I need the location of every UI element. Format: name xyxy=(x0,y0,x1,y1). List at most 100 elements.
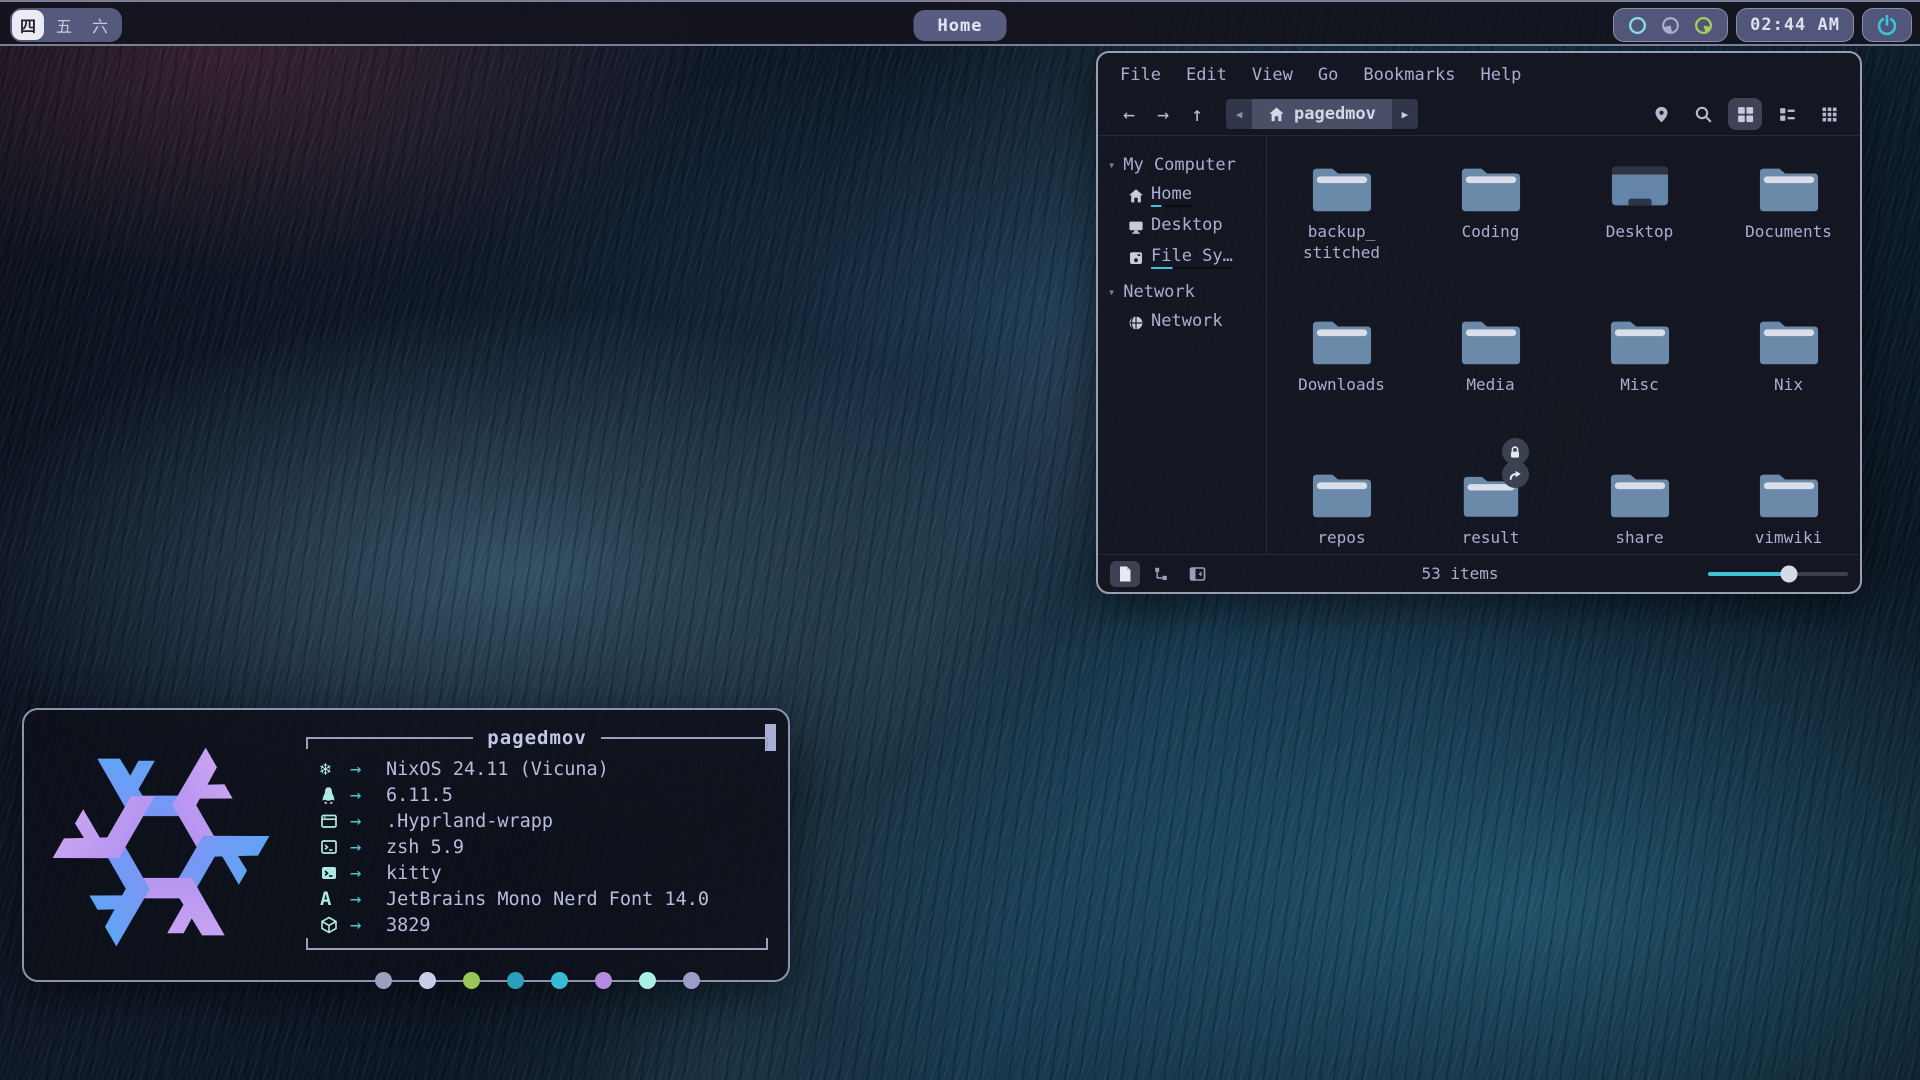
up-button[interactable]: ↑ xyxy=(1180,99,1214,129)
folder-media[interactable]: Media xyxy=(1416,295,1565,448)
idle-circle-icon[interactable] xyxy=(1627,15,1648,36)
slider-knob[interactable] xyxy=(1781,565,1798,582)
terminal-color-palette xyxy=(302,972,772,989)
breadcrumb-segment-home[interactable]: pagedmov xyxy=(1252,99,1392,129)
symlink-emblem-icon xyxy=(1502,461,1529,488)
folder-icon xyxy=(1758,162,1820,214)
fetch-row-wm: → .Hyprland-wrapp xyxy=(320,808,768,834)
folder-documents[interactable]: Documents xyxy=(1714,142,1860,295)
status-bar: 53 items xyxy=(1098,554,1860,592)
fetch-row-packages: → 3829 xyxy=(320,912,768,938)
fastfetch-output: pagedmov ❄ → NixOS 24.11 (Vicuna) → 6.11… xyxy=(302,726,772,989)
slider-fill xyxy=(1708,572,1789,576)
caret-down-icon: ▾ xyxy=(1108,285,1115,299)
tree-view-button[interactable] xyxy=(1146,561,1176,587)
fetch-box: pagedmov ❄ → NixOS 24.11 (Vicuna) → 6.11… xyxy=(302,726,772,956)
folder-downloads[interactable]: Downloads xyxy=(1267,295,1416,448)
breadcrumb-label: pagedmov xyxy=(1294,104,1376,124)
desktop-icon xyxy=(1128,219,1144,235)
folder-repos[interactable]: repos xyxy=(1267,448,1416,554)
sidebar-section-label: Network xyxy=(1123,282,1195,302)
power-module[interactable] xyxy=(1862,8,1912,42)
location-pin-icon[interactable] xyxy=(1644,98,1678,130)
sidebar-item-label: File Sy… xyxy=(1151,246,1233,269)
icon-view-toggle[interactable] xyxy=(1728,98,1762,130)
fetch-row-terminal: → kitty xyxy=(320,860,768,886)
home-icon xyxy=(1128,188,1144,204)
shell-icon xyxy=(320,838,350,856)
list-view-toggle[interactable] xyxy=(1770,98,1804,130)
forward-button[interactable]: → xyxy=(1146,99,1180,129)
palette-dot xyxy=(683,972,700,989)
home-icon xyxy=(1268,106,1285,123)
sidebar-item-filesystem[interactable]: File Sy… xyxy=(1108,242,1260,273)
menu-edit[interactable]: Edit xyxy=(1186,65,1227,85)
sidebar-section-label: My Computer xyxy=(1123,155,1236,175)
palette-dot xyxy=(551,972,568,989)
folder-backup-stitched[interactable]: backup_ stitched xyxy=(1267,142,1416,295)
nixos-logo xyxy=(48,732,274,962)
folder-icon xyxy=(1460,315,1522,367)
menu-go[interactable]: Go xyxy=(1318,65,1338,85)
palette-dot xyxy=(595,972,612,989)
terminal-icon xyxy=(320,864,350,882)
back-button[interactable]: ← xyxy=(1112,99,1146,129)
folder-share[interactable]: share xyxy=(1565,448,1714,554)
active-window-title: Home xyxy=(914,10,1007,41)
folder-coding[interactable]: Coding xyxy=(1416,142,1565,295)
sidebar-section-computer[interactable]: ▾ My Computer xyxy=(1108,150,1260,180)
folder-label: Documents xyxy=(1745,222,1832,243)
folder-icon xyxy=(1311,468,1373,520)
sidebar-item-home[interactable]: Home xyxy=(1108,180,1260,211)
menu-help[interactable]: Help xyxy=(1480,65,1521,85)
folder-label: result xyxy=(1462,528,1520,549)
toolbar-right xyxy=(1644,98,1846,130)
sidebar-item-label: Home xyxy=(1151,184,1192,207)
palette-dot xyxy=(507,972,524,989)
folder-icon xyxy=(1609,315,1671,367)
menu-view[interactable]: View xyxy=(1252,65,1293,85)
folder-desktop[interactable]: Desktop xyxy=(1565,142,1714,295)
sidebar-section-network[interactable]: ▾ Network xyxy=(1108,277,1260,307)
slider-track xyxy=(1708,572,1848,576)
terminal-window: pagedmov ❄ → NixOS 24.11 (Vicuna) → 6.11… xyxy=(22,708,790,982)
folder-label: share xyxy=(1615,528,1663,549)
breadcrumb-next-icon[interactable]: ▶ xyxy=(1392,99,1418,129)
sidebar-item-label: Network xyxy=(1151,311,1223,334)
desktop-monitor-icon xyxy=(1610,162,1670,214)
folder-label: Desktop xyxy=(1606,222,1673,243)
breadcrumb: ◀ pagedmov ▶ xyxy=(1226,99,1418,129)
workspace-button-2[interactable]: 五 xyxy=(48,10,80,40)
show-files-button[interactable] xyxy=(1110,561,1140,587)
breadcrumb-prev-icon[interactable]: ◀ xyxy=(1226,99,1252,129)
menu-file[interactable]: File xyxy=(1120,65,1161,85)
disk-circle-icon[interactable] xyxy=(1660,15,1681,36)
document-icon xyxy=(1117,565,1133,583)
timer-circle-icon[interactable] xyxy=(1693,15,1714,36)
folder-icon xyxy=(1758,468,1820,520)
search-icon[interactable] xyxy=(1686,98,1720,130)
folder-grid: backup_ stitched Coding Desktop Document… xyxy=(1267,136,1860,554)
sidebar-item-network[interactable]: Network xyxy=(1108,307,1260,338)
folder-result[interactable]: result xyxy=(1416,448,1565,554)
zoom-slider[interactable] xyxy=(1708,561,1848,587)
side-panel-button[interactable] xyxy=(1182,561,1212,587)
menu-bookmarks[interactable]: Bookmarks xyxy=(1363,65,1455,85)
folder-vimwiki[interactable]: vimwiki xyxy=(1714,448,1860,554)
file-manager-window: File Edit View Go Bookmarks Help ← → ↑ ◀… xyxy=(1096,51,1862,594)
folder-misc[interactable]: Misc xyxy=(1565,295,1714,448)
clock-text: 02:44 AM xyxy=(1750,15,1840,35)
clock-module[interactable]: 02:44 AM xyxy=(1736,8,1854,42)
workspace-button-1[interactable]: 四 xyxy=(12,10,44,40)
compact-view-toggle[interactable] xyxy=(1812,98,1846,130)
sidebar-item-desktop[interactable]: Desktop xyxy=(1108,211,1260,242)
workspace-switcher: 四 五 六 xyxy=(10,8,122,42)
palette-dot xyxy=(375,972,392,989)
workspace-button-3[interactable]: 六 xyxy=(84,10,116,40)
folder-icon xyxy=(1311,315,1373,367)
folder-nix[interactable]: Nix xyxy=(1714,295,1860,448)
nix-snowflake-icon: ❄ xyxy=(320,759,350,780)
folder-label: Downloads xyxy=(1298,375,1385,396)
folder-label: repos xyxy=(1317,528,1365,549)
fetch-row-font: A → JetBrains Mono Nerd Font 14.0 xyxy=(320,886,768,912)
